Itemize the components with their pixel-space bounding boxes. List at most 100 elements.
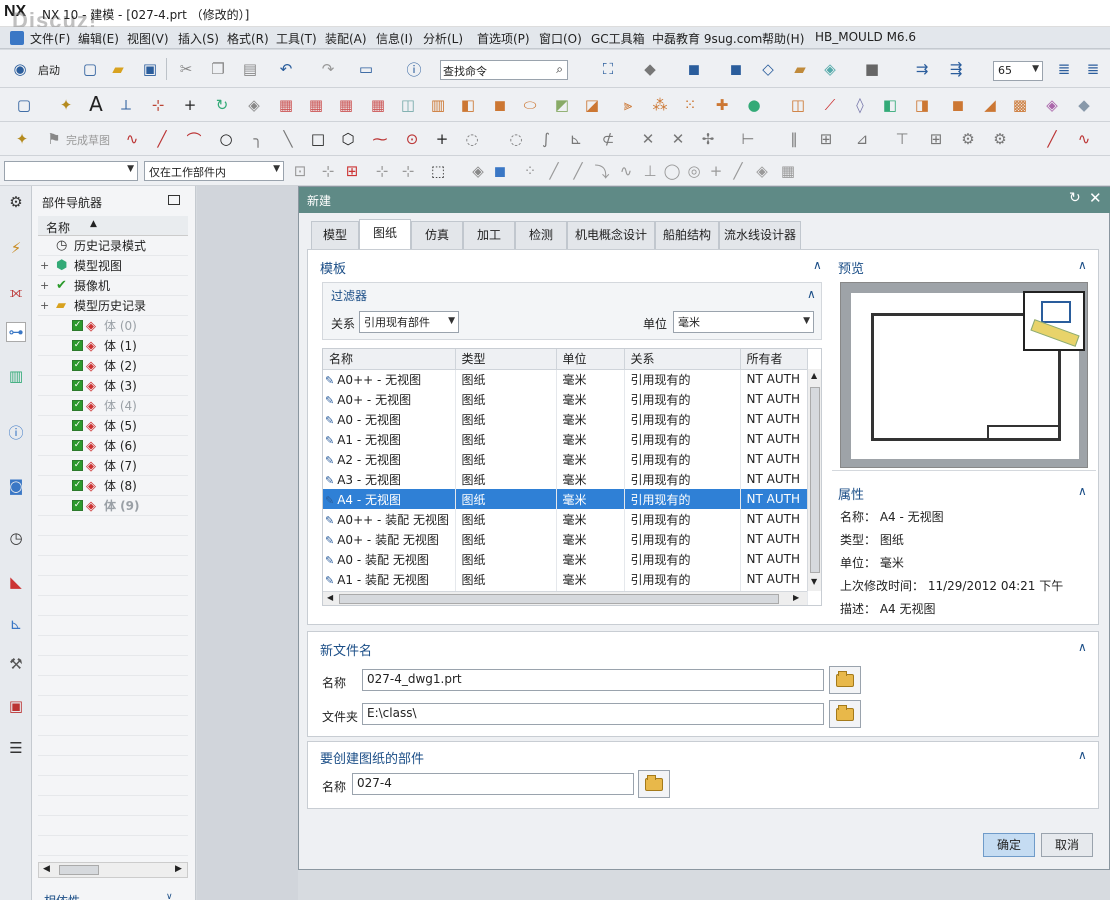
geometric-constraint-icon[interactable]: ∥ <box>784 129 804 149</box>
revolve-icon[interactable]: ◈ <box>244 95 264 115</box>
mirror-icon[interactable]: ◨ <box>912 95 932 115</box>
cut-icon[interactable]: ✂ <box>176 59 196 79</box>
paste-icon[interactable]: ▤ <box>240 59 260 79</box>
part-section-title[interactable]: 要创建图纸的部件 <box>320 748 424 767</box>
menu-tools[interactable]: 工具(T) <box>276 30 317 47</box>
maximize-icon[interactable] <box>168 195 180 205</box>
fit-view-icon[interactable]: ⛶ <box>598 59 618 79</box>
menu-info[interactable]: 信息(I) <box>376 30 413 47</box>
cylinder-icon[interactable]: ⬭ <box>520 95 540 115</box>
navigator-row[interactable]: + ▰ 模型历史记录 <box>38 296 188 316</box>
shell-icon[interactable]: ◪ <box>582 95 602 115</box>
extrude-icon[interactable]: ↻ <box>212 95 232 115</box>
existing-point-icon[interactable]: ◎ <box>684 161 704 181</box>
ellipse-icon[interactable]: ⊙ <box>402 129 422 149</box>
scroll-thumb[interactable] <box>59 865 99 875</box>
subtract-icon[interactable]: ● <box>744 95 764 115</box>
trim-icon[interactable]: ⊄ <box>598 129 618 149</box>
move-layer-icon[interactable]: ⇶ <box>946 59 966 79</box>
divide-face-icon[interactable]: ◈ <box>1042 95 1062 115</box>
graphics-window[interactable] <box>197 186 298 900</box>
browse-part-button[interactable] <box>638 770 670 798</box>
scroll-left-icon[interactable]: ◀ <box>327 593 333 602</box>
new-file-section-title[interactable]: 新文件名 <box>320 640 372 659</box>
general-selection-icon[interactable]: ⊡ <box>290 161 310 181</box>
assembly-navigator-icon[interactable]: ⚡ <box>6 238 26 258</box>
checkbox-icon[interactable]: ✓ <box>72 480 83 491</box>
tube-icon[interactable]: ◫ <box>398 95 418 115</box>
table-row[interactable]: ✎ A0 - 装配 无视图 图纸 毫米 引用现有的 NT AUTH <box>323 549 808 569</box>
table-row[interactable]: ✎ A0++ - 装配 无视图 图纸 毫米 引用现有的 NT AUTH <box>323 509 808 529</box>
rectangle-icon[interactable]: □ <box>308 129 328 149</box>
quadrant-icon[interactable]: ◯ <box>662 161 682 181</box>
cancel-button[interactable]: 取消 <box>1041 833 1093 857</box>
expand-icon[interactable]: + <box>40 296 49 316</box>
menu-view[interactable]: 视图(V) <box>127 30 169 47</box>
pattern-curve-icon[interactable]: ◌ <box>506 129 526 149</box>
undo-icon[interactable]: ↶ <box>276 59 296 79</box>
tab-3[interactable]: 加工 <box>463 221 515 249</box>
navigator-row[interactable]: + ✔ 摄像机 <box>38 276 188 296</box>
dimension-icon[interactable]: ⊢ <box>738 129 758 149</box>
navigator-row[interactable]: + ⬢ 模型视图 <box>38 256 188 276</box>
column-header[interactable]: 关系 <box>624 349 741 370</box>
part-name-input[interactable]: 027-4 <box>352 773 634 795</box>
collapse-icon[interactable]: ∧ <box>1078 640 1087 654</box>
close-icon[interactable]: ✕ <box>1089 189 1102 207</box>
checkbox-icon[interactable]: ✓ <box>72 500 83 511</box>
reset-icon[interactable]: ↻ <box>1069 190 1081 206</box>
column-header[interactable]: 单位 <box>556 349 625 370</box>
offset-curve-icon[interactable]: ◌ <box>462 129 482 149</box>
system-materials-icon[interactable]: ◣ <box>6 572 26 592</box>
intersection-point-icon[interactable]: ⤵ <box>592 161 612 181</box>
relation-select[interactable]: 引用现有部件 ▼ <box>359 311 459 333</box>
table-row[interactable]: ✎ A3 - 无视图 图纸 毫米 引用现有的 NT AUTH <box>323 469 808 489</box>
point-sketch-icon[interactable]: + <box>432 129 452 149</box>
column-header[interactable]: 名称 <box>323 349 456 370</box>
table-row[interactable]: ✎ A4 - 无视图 图纸 毫米 引用现有的 NT AUTH <box>323 489 808 509</box>
menu-hb-mould[interactable]: HB_MOULD M6.6 <box>815 30 916 44</box>
mirror-curve-icon[interactable]: ∫ <box>536 129 556 149</box>
column-header[interactable]: 类型 <box>455 349 557 370</box>
wireframe-icon[interactable]: ◇ <box>758 59 778 79</box>
background-icon[interactable]: ■ <box>862 59 882 79</box>
type-filter-select[interactable]: ▼ <box>4 161 138 181</box>
navigator-row[interactable]: ✓ ◈ 体 (6) <box>38 436 188 456</box>
control-point-icon[interactable]: ╱ <box>568 161 588 181</box>
menu-file[interactable]: 文件(F) <box>30 30 70 47</box>
text-icon[interactable]: A <box>86 92 106 116</box>
new-icon[interactable]: ▢ <box>80 59 100 79</box>
template-section-title[interactable]: 模板 <box>320 258 346 277</box>
finish-sketch-icon[interactable]: ⚑ <box>44 129 64 149</box>
make-symmetric-icon[interactable]: ⊞ <box>816 129 836 149</box>
new-name-input[interactable]: 027-4_dwg1.prt <box>362 669 824 691</box>
zoom-select[interactable]: 65 ▼ <box>993 61 1043 81</box>
checkbox-icon[interactable]: ✓ <box>72 420 83 431</box>
constraint-icon[interactable]: ✢ <box>698 129 718 149</box>
hd3d-icon[interactable]: ⓘ <box>6 422 26 442</box>
studio-spline-icon[interactable]: ∿ <box>1074 129 1094 149</box>
redo-icon[interactable]: ↷ <box>318 59 338 79</box>
through-curves-icon[interactable]: ▦ <box>336 95 356 115</box>
cube-shaded-icon[interactable]: ◼ <box>726 59 746 79</box>
preview-section-title[interactable]: 预览 <box>838 258 864 277</box>
mesh-surface-icon[interactable]: ▦ <box>276 95 296 115</box>
thicken-icon[interactable]: ▥ <box>428 95 448 115</box>
scroll-left-icon[interactable]: ◀ <box>43 864 50 874</box>
collapse-icon[interactable]: ∧ <box>813 258 822 272</box>
pattern-icon[interactable]: ⫸ <box>618 95 638 115</box>
browse-folder-button[interactable] <box>829 700 861 728</box>
search-icon[interactable]: ⌕ <box>556 62 563 77</box>
command-finder-icon[interactable]: ⓘ <box>404 59 424 79</box>
snap-point-icon[interactable]: ⊞ <box>342 161 362 181</box>
collapse-icon[interactable]: ∧ <box>807 287 816 301</box>
scroll-right-icon[interactable]: ▶ <box>175 864 182 874</box>
menu-preferences[interactable]: 首选项(P) <box>477 30 530 47</box>
inferred-constraints-icon[interactable]: ⚙ <box>990 129 1010 149</box>
selection-scope-select[interactable]: 仅在工作部件内 ▼ <box>144 161 284 181</box>
menu-analysis[interactable]: 分析(L) <box>423 30 463 47</box>
navigator-row[interactable]: ◷ 历史记录模式 <box>38 236 188 256</box>
grid-icon[interactable]: ▦ <box>778 161 798 181</box>
chevron-down-icon[interactable]: ∨ <box>166 892 173 900</box>
animate-icon[interactable]: ⊤ <box>892 129 912 149</box>
